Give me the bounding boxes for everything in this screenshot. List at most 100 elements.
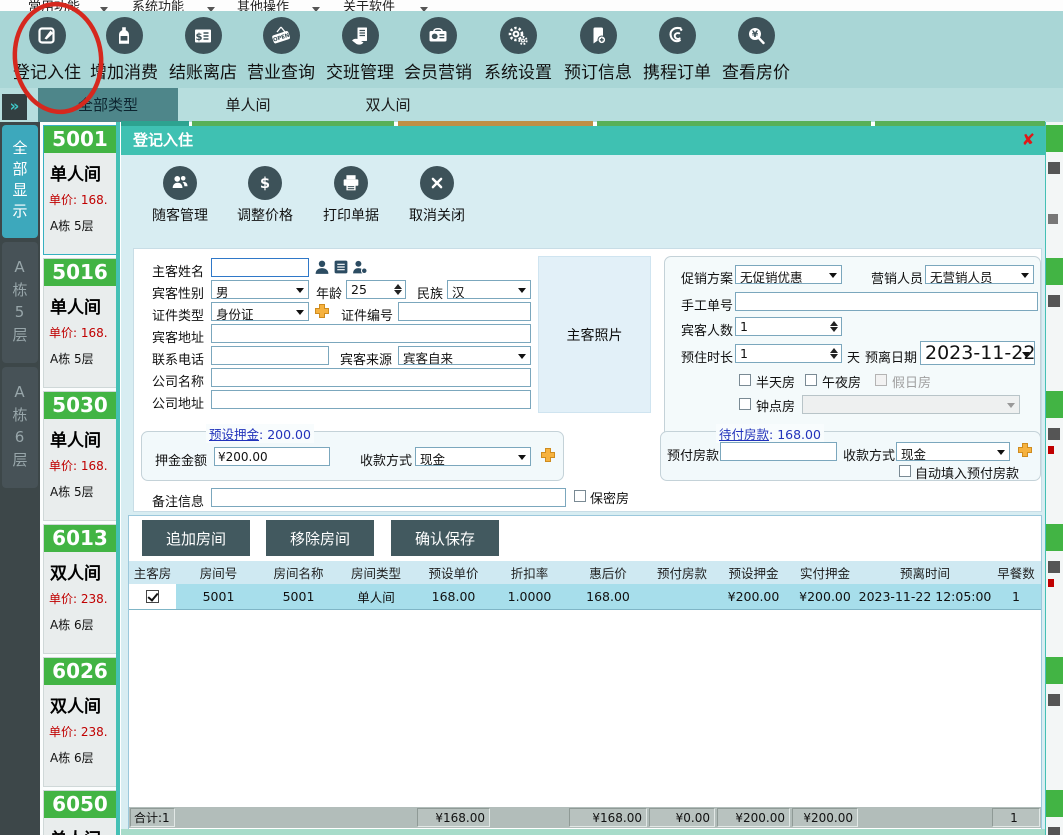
confirm-save-button[interactable]: 确认保存 bbox=[391, 520, 499, 556]
prepay-method-select[interactable]: 现金 bbox=[896, 442, 1010, 461]
guest-photo-box[interactable]: 主客照片 bbox=[538, 256, 651, 413]
check-in-button[interactable]: 登记入住 bbox=[5, 17, 89, 83]
prepay-input[interactable] bbox=[720, 442, 837, 461]
svg-text:$: $ bbox=[260, 175, 270, 192]
room-price: 单价: 168. bbox=[44, 324, 116, 341]
cell-room-name: 5001 bbox=[261, 584, 336, 610]
guest-name-input[interactable] bbox=[211, 258, 309, 277]
sidebar-collapse-button[interactable]: » bbox=[2, 94, 27, 120]
promotion-select[interactable]: 无促销优惠 bbox=[735, 265, 842, 284]
chevron-down-icon bbox=[1022, 352, 1030, 357]
spin-up-icon[interactable] bbox=[830, 321, 838, 326]
dialog-title: 登记入住 bbox=[121, 126, 1045, 155]
room-card[interactable]: 5001 单人间 单价: 168. A栋 5层 bbox=[43, 125, 117, 255]
spin-up-icon[interactable] bbox=[394, 284, 402, 289]
floor-tab-a6[interactable]: A栋6层 bbox=[2, 367, 38, 488]
room-card[interactable]: 6050 单人间 bbox=[43, 790, 117, 835]
tab-double-room[interactable]: 双人间 bbox=[318, 88, 458, 122]
person-settings-icon[interactable] bbox=[352, 259, 368, 275]
spin-down-icon[interactable] bbox=[830, 327, 838, 332]
spin-down-icon[interactable] bbox=[830, 354, 838, 359]
preset-deposit-link[interactable]: 预设押金: 200.00 bbox=[206, 424, 314, 443]
adjust-price-button[interactable]: $ 调整价格 bbox=[223, 166, 307, 225]
tab-all-types[interactable]: 全部类型 bbox=[38, 88, 178, 122]
midnight-checkbox[interactable] bbox=[805, 374, 817, 386]
column-header: 折扣率 bbox=[491, 561, 568, 584]
view-room-rates-button[interactable]: ¥ 查看房价 bbox=[714, 17, 798, 83]
id-reader-icon[interactable] bbox=[333, 259, 349, 275]
add-payment-icon[interactable] bbox=[1017, 442, 1033, 458]
id-number-input[interactable] bbox=[398, 302, 531, 321]
floor-tab-show-all[interactable]: 全部显示 bbox=[2, 125, 38, 238]
person-icon[interactable] bbox=[314, 259, 330, 275]
room-card[interactable]: 6026 双人间 单价: 238. A栋 6层 bbox=[43, 657, 117, 787]
cell-prepaid bbox=[648, 584, 716, 610]
guest-count-stepper[interactable]: 1 bbox=[735, 317, 842, 336]
holiday-checkbox bbox=[875, 374, 887, 386]
due-amount-link[interactable]: 待付房款: 168.00 bbox=[716, 424, 824, 443]
splitter[interactable] bbox=[116, 122, 120, 835]
cell-final-price: 168.00 bbox=[568, 584, 648, 610]
checkout-button[interactable]: $ 结账离店 bbox=[161, 17, 245, 83]
field-label: 营销人员 bbox=[868, 268, 923, 287]
floor-tab-a5[interactable]: A栋5层 bbox=[2, 242, 38, 363]
remark-input[interactable] bbox=[211, 488, 566, 507]
table-row[interactable]: 5001 5001 单人间 168.00 1.0000 168.00 ¥200.… bbox=[129, 584, 1041, 610]
add-room-button[interactable]: 追加房间 bbox=[142, 520, 250, 556]
manual-order-no-input[interactable] bbox=[735, 292, 1038, 311]
id-type-select[interactable]: 身份证 bbox=[211, 302, 309, 321]
print-receipt-button[interactable]: 打印单据 bbox=[309, 166, 393, 225]
add-id-icon[interactable] bbox=[314, 303, 330, 319]
secret-room-checkbox[interactable] bbox=[574, 490, 586, 502]
system-settings-button[interactable]: 系统设置 bbox=[476, 17, 560, 83]
room-table-panel: 追加房间 移除房间 确认保存 主客房 房间号 房间名称 房间类型 预设单价 折扣… bbox=[128, 515, 1042, 830]
ctrip-orders-button[interactable]: 携程订单 bbox=[635, 17, 719, 83]
row-checkbox-cell[interactable] bbox=[129, 584, 176, 610]
business-query-button[interactable]: OPEN 营业查询 bbox=[239, 17, 323, 83]
payment-method-select[interactable]: 现金 bbox=[415, 447, 531, 466]
company-address-input[interactable] bbox=[211, 390, 531, 409]
spin-up-icon[interactable] bbox=[830, 348, 838, 353]
bottle-icon bbox=[106, 17, 143, 54]
menu-item-system[interactable]: 系统功能 bbox=[132, 0, 184, 11]
totals-row: 合计:1 ¥168.00 ¥168.00 ¥0.00 ¥200.00 ¥200.… bbox=[129, 807, 1041, 828]
menu-item-common[interactable]: 常用功能 bbox=[28, 0, 80, 11]
guest-source-select[interactable]: 宾客自来 bbox=[398, 346, 531, 365]
room-card[interactable]: 5030 单人间 单价: 168. A栋 5层 bbox=[43, 391, 117, 521]
tab-single-room[interactable]: 单人间 bbox=[178, 88, 318, 122]
guest-address-input[interactable] bbox=[211, 324, 531, 343]
ethnicity-select[interactable]: 汉 bbox=[447, 280, 531, 299]
age-stepper[interactable]: 25 bbox=[346, 280, 406, 299]
add-payment-icon[interactable] bbox=[540, 447, 556, 463]
totals-paid-deposit: ¥200.00 bbox=[792, 808, 858, 827]
booking-info-button[interactable]: 预订信息 bbox=[556, 17, 640, 83]
add-consumption-button[interactable]: 增加消费 bbox=[82, 17, 166, 83]
shift-management-button[interactable]: 交班管理 bbox=[318, 17, 402, 83]
spin-down-icon[interactable] bbox=[394, 290, 402, 295]
chevron-down-icon bbox=[518, 354, 526, 359]
chevron-down-icon bbox=[1007, 403, 1015, 408]
close-icon[interactable]: ✘ bbox=[1022, 131, 1035, 149]
room-card[interactable]: 5016 单人间 单价: 168. A栋 5层 bbox=[43, 258, 117, 388]
field-label: 备注信息 bbox=[144, 491, 204, 510]
sales-person-select[interactable]: 无营销人员 bbox=[925, 265, 1034, 284]
duration-stepper[interactable]: 1 bbox=[735, 344, 842, 363]
menu-item-other[interactable]: 其他操作 bbox=[237, 0, 289, 11]
menu-item-about[interactable]: 关于软件 bbox=[343, 0, 395, 11]
remove-room-button[interactable]: 移除房间 bbox=[266, 520, 374, 556]
company-name-input[interactable] bbox=[211, 368, 531, 387]
room-card[interactable]: 6013 双人间 单价: 238. A栋 6层 bbox=[43, 524, 117, 654]
companion-manage-button[interactable]: 随客管理 bbox=[138, 166, 222, 225]
deposit-amount-input[interactable] bbox=[214, 447, 330, 466]
cancel-close-button[interactable]: 取消关闭 bbox=[395, 166, 479, 225]
gender-select[interactable]: 男 bbox=[211, 280, 309, 299]
departure-date-select[interactable]: 2023-11-22 bbox=[920, 341, 1035, 365]
price-search-icon: ¥ bbox=[738, 17, 775, 54]
hourly-room-checkbox[interactable] bbox=[739, 398, 751, 410]
phone-input[interactable] bbox=[211, 346, 329, 365]
autofill-prepay-checkbox[interactable] bbox=[899, 465, 911, 477]
half-day-checkbox[interactable] bbox=[739, 374, 751, 386]
member-marketing-button[interactable]: 会员营销 bbox=[396, 17, 480, 83]
room-list: 5001 单人间 单价: 168. A栋 5层 5016 单人间 单价: 168… bbox=[40, 122, 120, 835]
checkbox-checked-icon[interactable] bbox=[146, 590, 159, 603]
